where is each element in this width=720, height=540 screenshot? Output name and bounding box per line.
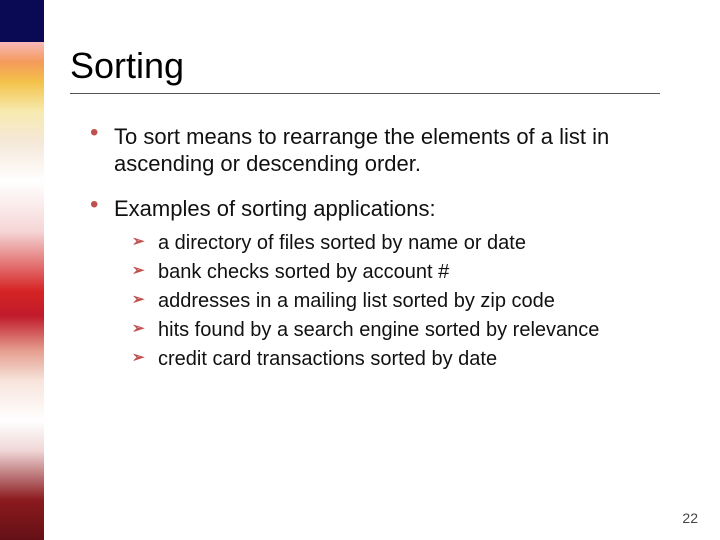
bullet-text: To sort means to rearrange the elements …	[114, 124, 609, 176]
sub-bullet-text: hits found by a search engine sorted by …	[158, 319, 599, 341]
main-bullet-list: To sort means to rearrange the elements …	[90, 124, 650, 373]
sidebar-gradient-strip	[0, 42, 44, 540]
sub-bullet-item: ➢ hits found by a search engine sorted by…	[132, 317, 650, 344]
arrow-icon: ➢	[132, 348, 145, 368]
arrow-icon: ➢	[132, 319, 145, 339]
decorative-sidebar	[0, 0, 44, 540]
sub-bullet-item: ➢ bank checks sorted by account #	[132, 259, 650, 286]
arrow-icon: ➢	[132, 232, 145, 252]
arrow-icon: ➢	[132, 261, 145, 281]
arrow-icon: ➢	[132, 290, 145, 310]
title-underline	[70, 93, 660, 94]
bullet-text: Examples of sorting applications:	[114, 196, 436, 221]
sub-bullet-text: addresses in a mailing list sorted by zi…	[158, 290, 555, 312]
page-number: 22	[682, 510, 698, 526]
sub-bullet-text: bank checks sorted by account #	[158, 261, 449, 283]
sub-bullet-list: ➢ a directory of files sorted by name or …	[132, 230, 650, 373]
sub-bullet-text: a directory of files sorted by name or d…	[158, 232, 526, 254]
slide-title: Sorting	[70, 45, 690, 87]
sub-bullet-item: ➢ credit card transactions sorted by date	[132, 346, 650, 373]
sidebar-top-block	[0, 0, 44, 42]
sub-bullet-item: ➢ a directory of files sorted by name or …	[132, 230, 650, 257]
sub-bullet-item: ➢ addresses in a mailing list sorted by z…	[132, 288, 650, 315]
sub-bullet-text: credit card transactions sorted by date	[158, 348, 497, 370]
slide-content: Sorting To sort means to rearrange the e…	[70, 45, 690, 510]
bullet-item: To sort means to rearrange the elements …	[90, 124, 650, 178]
bullet-item: Examples of sorting applications: ➢ a dir…	[90, 196, 650, 374]
